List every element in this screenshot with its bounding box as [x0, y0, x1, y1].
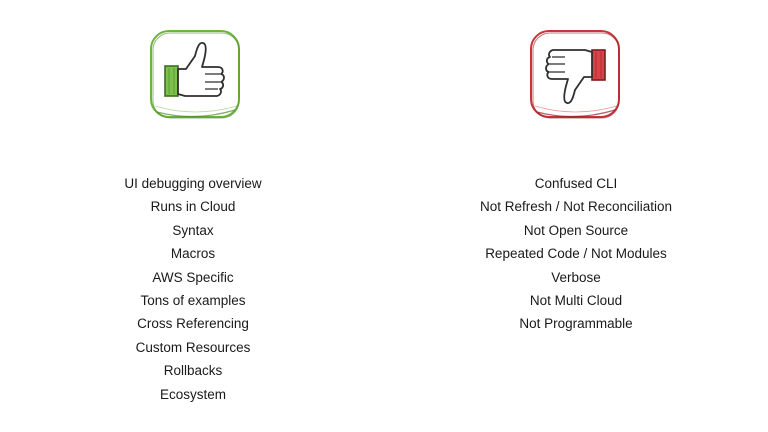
cons-item: Repeated Code / Not Modules — [485, 246, 667, 262]
pros-item: Custom Resources — [135, 339, 251, 355]
cons-item: Not Multi Cloud — [529, 292, 623, 308]
cons-item: Not Refresh / Not Reconciliation — [479, 199, 673, 215]
cons-list: Confused CLI Not Refresh / Not Reconcili… — [426, 172, 726, 336]
pros-item: Tons of examples — [140, 292, 246, 308]
pros-item: Macros — [170, 246, 216, 262]
pros-item: AWS Specific — [152, 269, 234, 285]
cons-item: Not Programmable — [519, 316, 633, 332]
pros-item: Runs in Cloud — [150, 199, 236, 215]
pros-item: Rollbacks — [163, 363, 223, 379]
thumbs-down-icon — [525, 26, 625, 124]
pros-item: UI debugging overview — [124, 176, 262, 191]
pros-item: Ecosystem — [159, 386, 227, 402]
pros-item: Cross Referencing — [137, 316, 249, 332]
cons-item: Verbose — [551, 269, 601, 285]
pros-item: Syntax — [172, 222, 214, 238]
cons-item: Confused CLI — [534, 176, 618, 191]
pros-list: UI debugging overview Runs in Cloud Synt… — [43, 172, 343, 406]
cons-item: Not Open Source — [523, 222, 629, 238]
thumbs-up-icon — [145, 26, 245, 124]
